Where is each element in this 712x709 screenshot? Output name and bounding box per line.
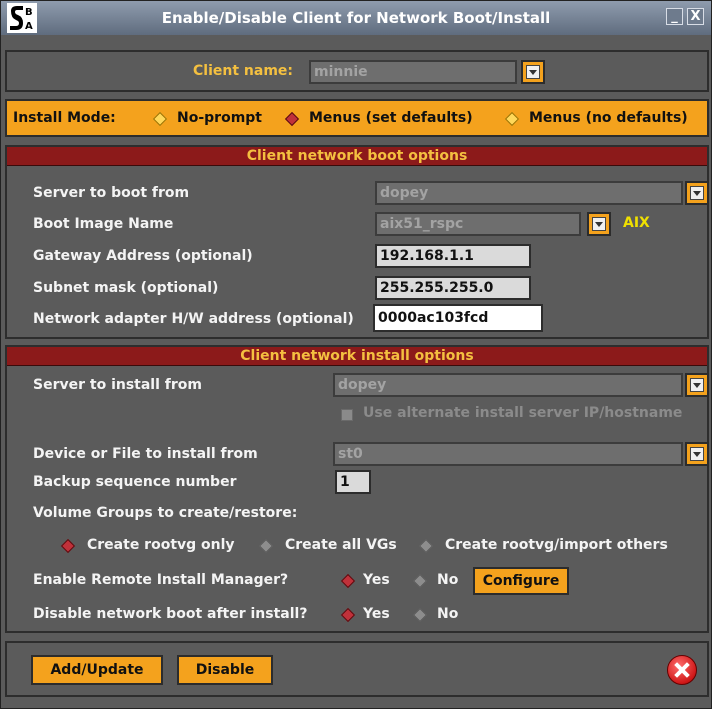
hwaddr-field[interactable]: 0000ac103fcd: [373, 304, 543, 332]
title-bar[interactable]: B A Enable/Disable Client for Network Bo…: [1, 1, 711, 35]
boot-image-field[interactable]: aix51_rspc: [375, 212, 581, 236]
device-dropdown[interactable]: [685, 442, 709, 466]
install-server-dropdown[interactable]: [685, 373, 709, 397]
install-mode-panel: Install Mode: No-prompt Menus (set defau…: [5, 99, 709, 137]
install-mode-label: Install Mode:: [13, 110, 116, 126]
install-mode-set-defaults-label[interactable]: Menus (set defaults): [309, 110, 473, 126]
disable-button[interactable]: Disable: [177, 655, 273, 685]
client-name-dropdown[interactable]: [521, 60, 545, 84]
vg-rootvg-only-label[interactable]: Create rootvg only: [87, 537, 235, 553]
install-server-label: Server to install from: [33, 377, 202, 393]
rim-yes-radio[interactable]: [340, 573, 356, 589]
vg-all-label[interactable]: Create all VGs: [285, 537, 397, 553]
device-field[interactable]: st0: [333, 442, 683, 466]
configure-button[interactable]: Configure: [473, 567, 569, 595]
install-mode-no-prompt-radio[interactable]: [152, 111, 168, 127]
vg-rootvg-import-radio[interactable]: [418, 538, 434, 554]
boot-image-dropdown[interactable]: [587, 212, 611, 236]
boot-server-label: Server to boot from: [33, 185, 190, 201]
dialog-window: B A Enable/Disable Client for Network Bo…: [0, 0, 712, 709]
device-label: Device or File to install from: [33, 446, 258, 462]
footer-panel: Add/Update Disable: [5, 641, 709, 697]
disable-after-no-label[interactable]: No: [437, 606, 458, 622]
chevron-down-icon: [690, 186, 704, 200]
install-mode-no-defaults-label[interactable]: Menus (no defaults): [529, 110, 688, 126]
chevron-down-icon: [690, 378, 704, 392]
chevron-down-icon: [690, 447, 704, 461]
vg-all-radio[interactable]: [258, 538, 274, 554]
gateway-label: Gateway Address (optional): [33, 248, 253, 264]
close-icon[interactable]: [667, 655, 697, 685]
minimize-button[interactable]: _: [666, 8, 683, 25]
hwaddr-label: Network adapter H/W address (optional): [33, 311, 354, 327]
rim-yes-label[interactable]: Yes: [363, 572, 390, 588]
install-options-panel: Client network install options Server to…: [5, 345, 709, 633]
vg-rootvg-import-label[interactable]: Create rootvg/import others: [445, 537, 668, 553]
subnet-field[interactable]: 255.255.255.0: [375, 276, 531, 300]
client-name-panel: Client name: minnie: [5, 50, 709, 92]
rim-label: Enable Remote Install Manager?: [33, 572, 289, 588]
add-update-button[interactable]: Add/Update: [31, 655, 163, 685]
vg-label: Volume Groups to create/restore:: [33, 505, 298, 521]
subnet-label: Subnet mask (optional): [33, 280, 219, 296]
install-mode-no-defaults-radio[interactable]: [504, 111, 520, 127]
vg-rootvg-only-radio[interactable]: [60, 538, 76, 554]
alt-server-label: Use alternate install server IP/hostname: [363, 405, 683, 421]
rim-no-radio[interactable]: [412, 573, 428, 589]
install-options-header: Client network install options: [7, 347, 707, 366]
disable-after-no-radio[interactable]: [412, 607, 428, 623]
backup-seq-label: Backup sequence number: [33, 474, 237, 490]
client-name-label: Client name:: [193, 63, 293, 79]
client-name-field[interactable]: minnie: [309, 60, 517, 84]
boot-server-field[interactable]: dopey: [375, 181, 683, 205]
disable-after-install-label: Disable network boot after install?: [33, 606, 308, 622]
window-title: Enable/Disable Client for Network Boot/I…: [161, 9, 551, 27]
install-mode-set-defaults-radio[interactable]: [284, 111, 300, 127]
boot-image-label: Boot Image Name: [33, 216, 174, 232]
rim-no-label[interactable]: No: [437, 572, 458, 588]
chevron-down-icon: [526, 65, 540, 79]
boot-server-dropdown[interactable]: [685, 181, 709, 205]
alt-server-checkbox[interactable]: [341, 409, 353, 421]
boot-image-os-label: AIX: [623, 215, 650, 231]
backup-seq-field[interactable]: 1: [335, 470, 371, 494]
disable-after-yes-label[interactable]: Yes: [363, 606, 390, 622]
close-window-button[interactable]: X: [687, 8, 704, 25]
disable-after-yes-radio[interactable]: [340, 607, 356, 623]
install-server-field[interactable]: dopey: [333, 373, 683, 397]
chevron-down-icon: [592, 217, 606, 231]
boot-options-header: Client network boot options: [7, 147, 707, 166]
boot-options-panel: Client network boot options Server to bo…: [5, 145, 709, 339]
install-mode-no-prompt-label[interactable]: No-prompt: [177, 110, 262, 126]
gateway-field[interactable]: 192.168.1.1: [375, 244, 531, 268]
